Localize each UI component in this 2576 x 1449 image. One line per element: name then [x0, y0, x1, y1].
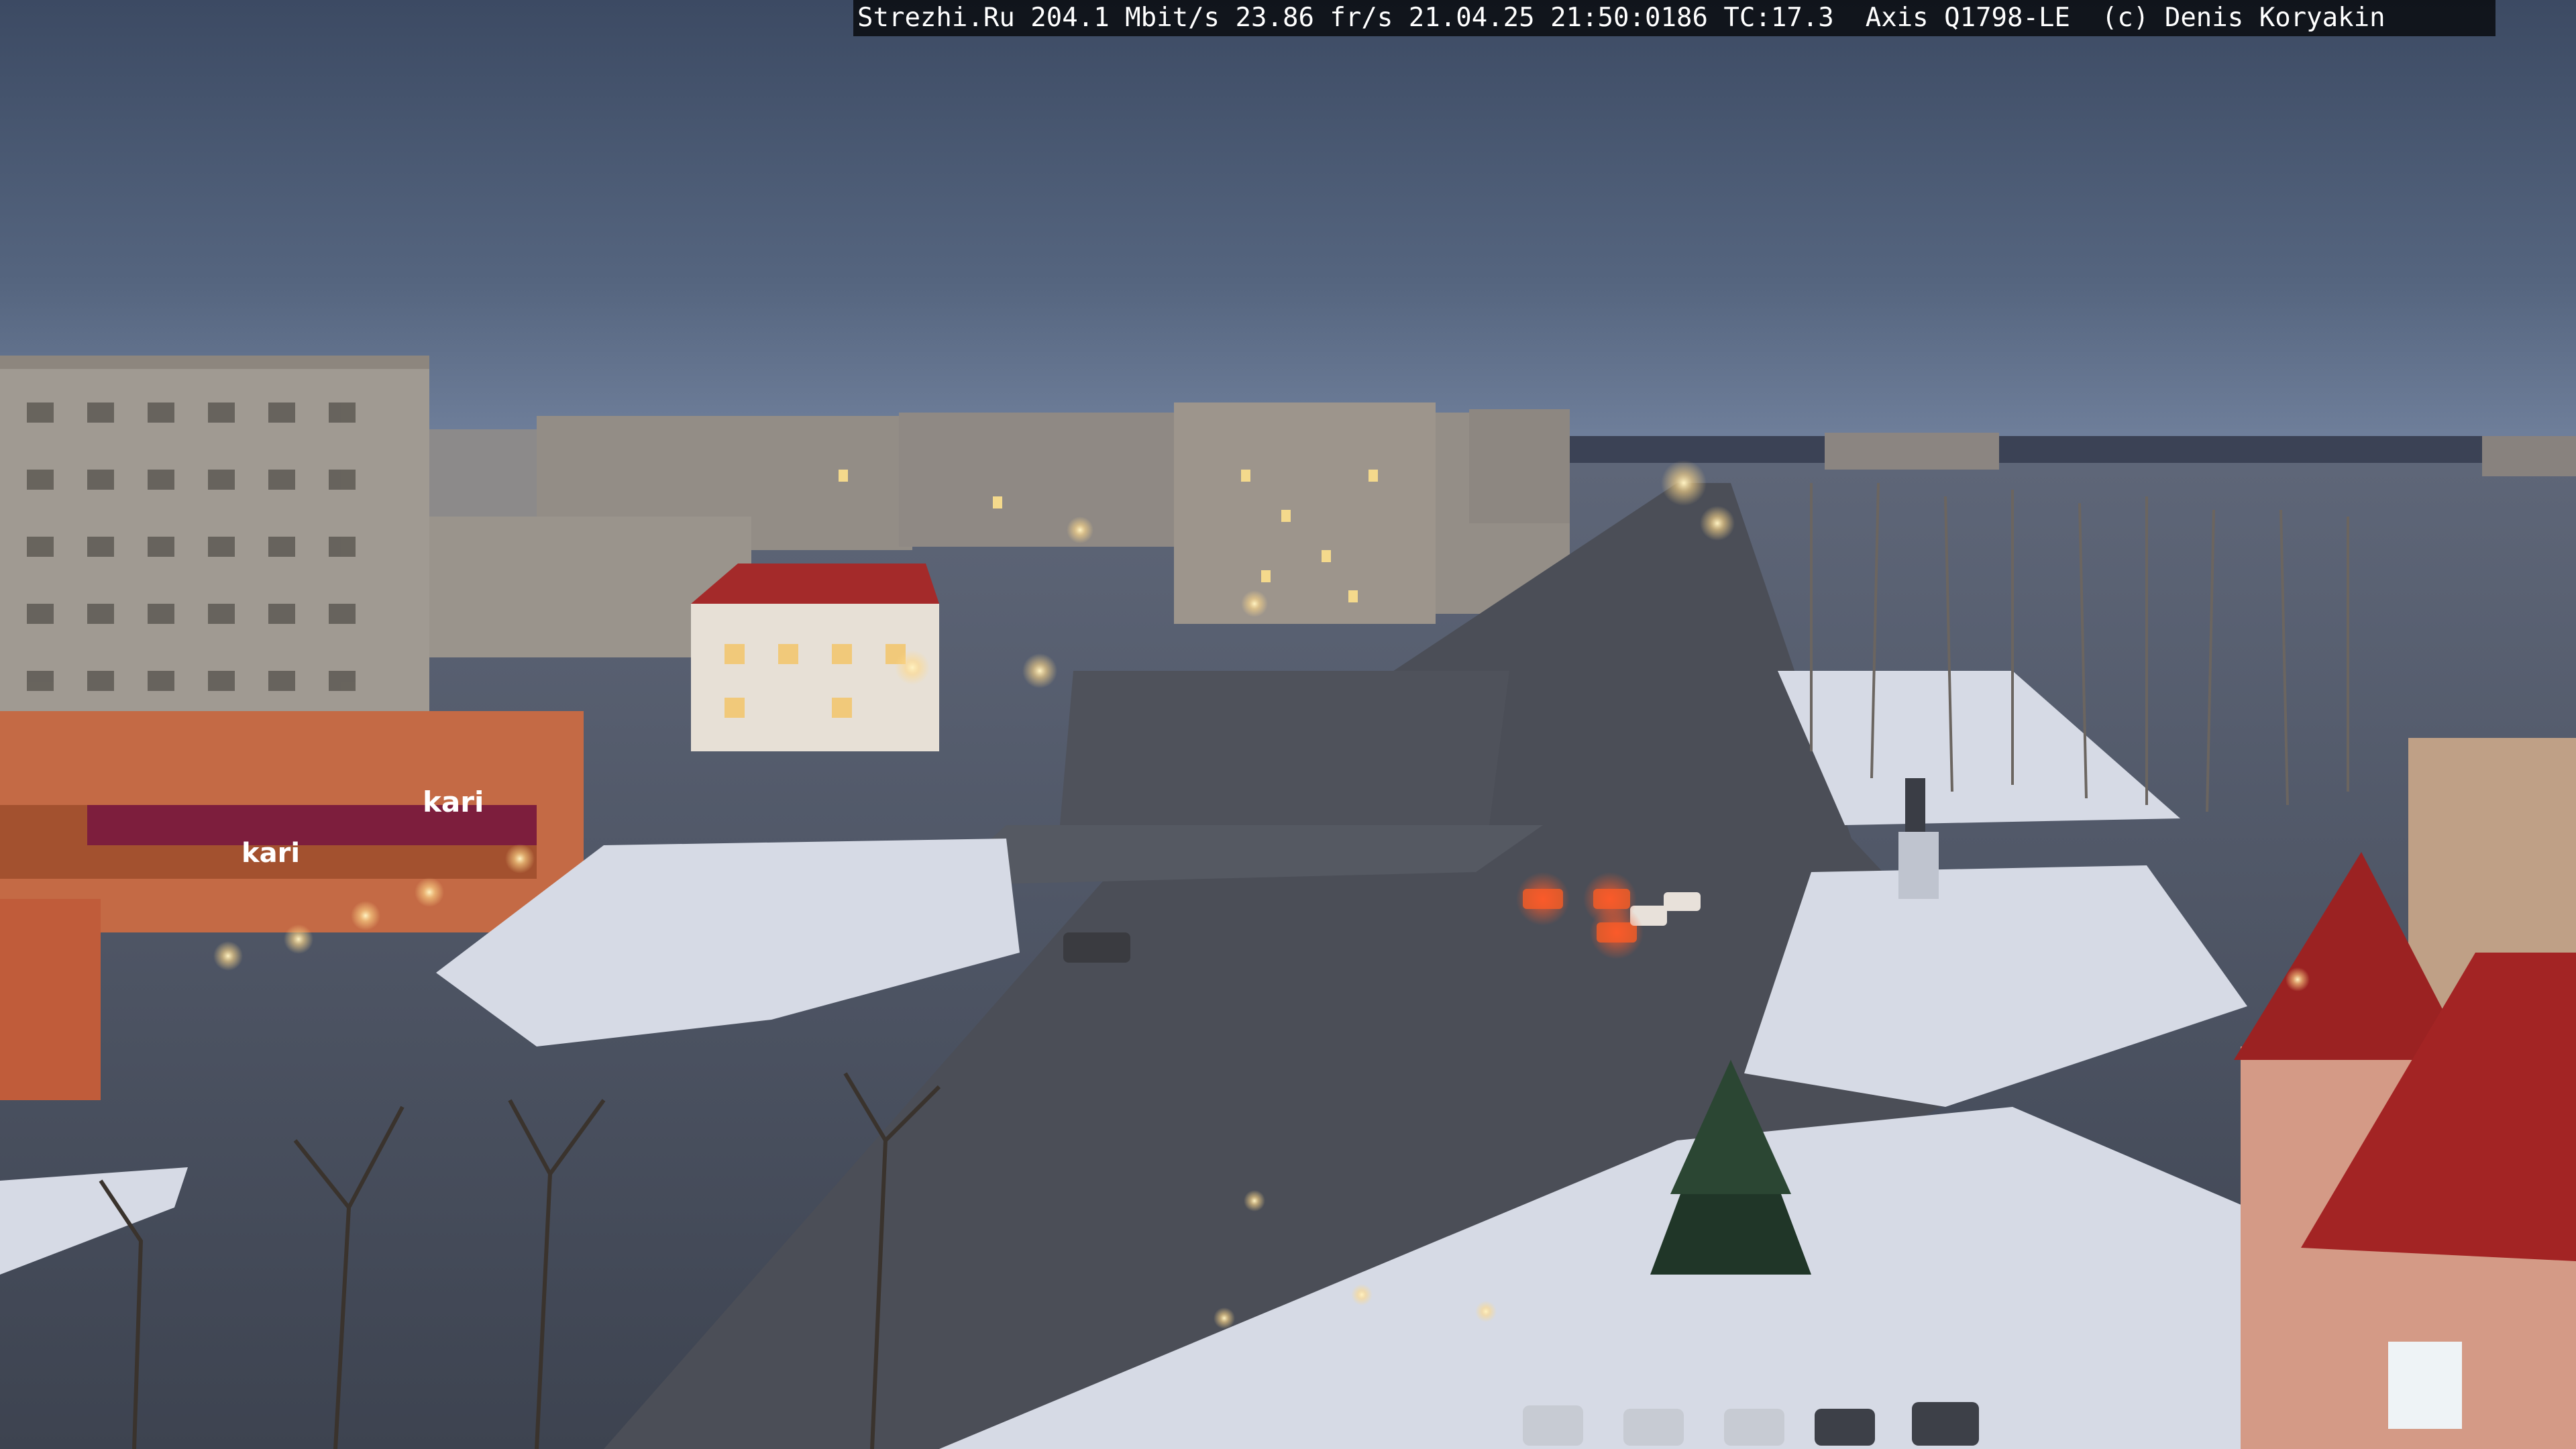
store-logo-text: kari	[241, 838, 300, 869]
camera-overlay-text: Strezhi.Ru 204.1 Mbit/s 23.86 fr/s 21.04…	[853, 0, 2496, 36]
store-logo-text-2: kari	[423, 786, 484, 818]
monument-figure	[1905, 778, 1925, 832]
monument	[1898, 832, 1939, 899]
city-street-scene: kari kari	[0, 0, 2576, 1449]
webcam-frame: kari kari Strezhi.Ru 204.1 Mbit/s 23.86 …	[0, 0, 2576, 1449]
